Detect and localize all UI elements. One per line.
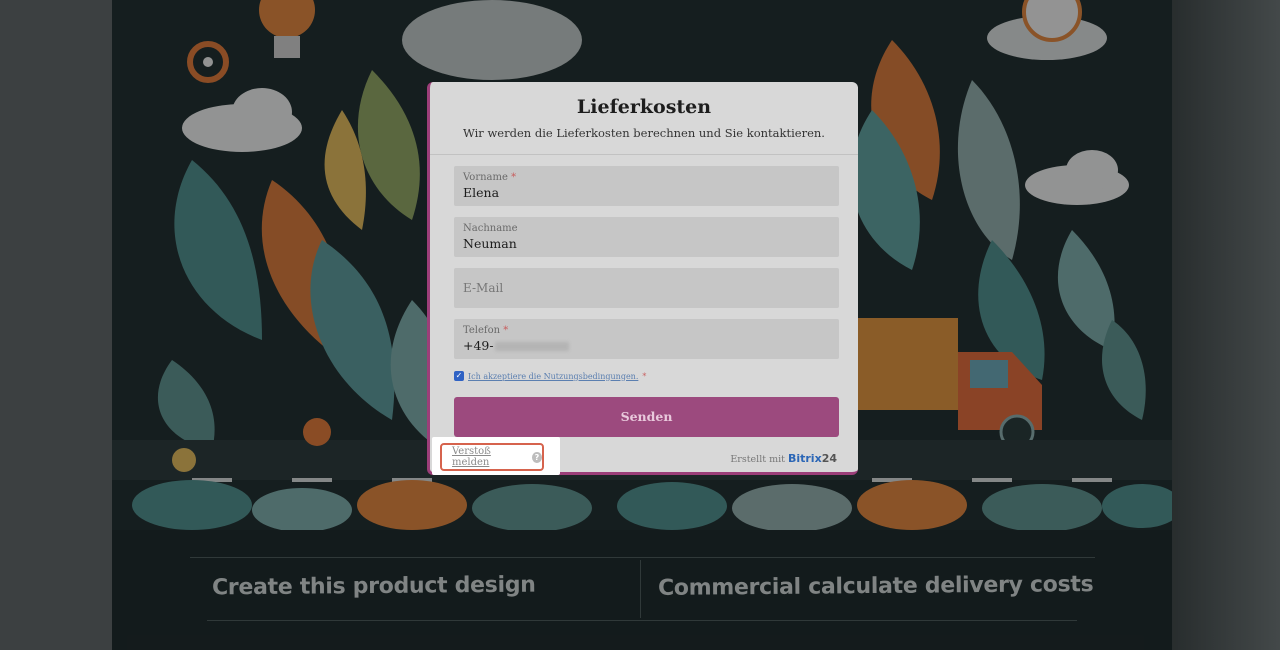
phone-value: +49- <box>463 338 830 354</box>
page-side-right <box>1172 0 1280 650</box>
first-name-label: Vorname * <box>463 172 517 183</box>
submit-button[interactable]: Senden <box>454 397 839 437</box>
banner-divider <box>640 560 641 618</box>
last-name-label: Nachname <box>463 223 518 234</box>
phone-field[interactable]: Telefon * +49- <box>454 319 839 359</box>
first-name-value: Elena <box>463 185 500 200</box>
banner-bottom-line <box>207 620 1077 621</box>
report-highlight-frame: Verstoß melden ? <box>440 443 544 471</box>
consent-row: ✓ Ich akzeptiere die Nutzungsbedingungen… <box>454 371 646 381</box>
help-icon[interactable]: ? <box>531 451 542 463</box>
last-name-value: Neuman <box>463 236 517 251</box>
first-name-field[interactable]: Vorname * Elena <box>454 166 839 206</box>
created-with: Erstellt mit Bitrix24 <box>730 452 837 465</box>
form-separator <box>430 154 858 155</box>
form-title: Lieferkosten <box>576 96 712 118</box>
form-subtitle: Wir werden die Lieferkosten berechnen un… <box>463 126 825 140</box>
last-name-field[interactable]: Nachname Neuman <box>454 217 839 257</box>
banner-left-text: Create this product design <box>211 572 536 601</box>
phone-label: Telefon * <box>463 325 509 336</box>
report-abuse-link[interactable]: Verstoß melden <box>452 446 526 468</box>
banner-right-text: Commercial calculate delivery costs <box>657 572 1094 601</box>
terms-link[interactable]: Ich akzeptiere die Nutzungsbedingungen. <box>468 372 638 381</box>
email-placeholder: E-Mail <box>463 281 504 295</box>
bitrix24-logo[interactable]: Bitrix24 <box>788 452 837 465</box>
phone-redacted <box>494 342 569 351</box>
delivery-cost-form: Lieferkosten Wir werden die Lieferkosten… <box>427 82 858 475</box>
email-field[interactable]: E-Mail <box>454 268 839 308</box>
consent-required-mark: * <box>642 371 647 381</box>
page-side-left <box>0 0 112 650</box>
banner-top-line <box>190 557 1095 558</box>
consent-checkbox[interactable]: ✓ <box>454 371 464 381</box>
